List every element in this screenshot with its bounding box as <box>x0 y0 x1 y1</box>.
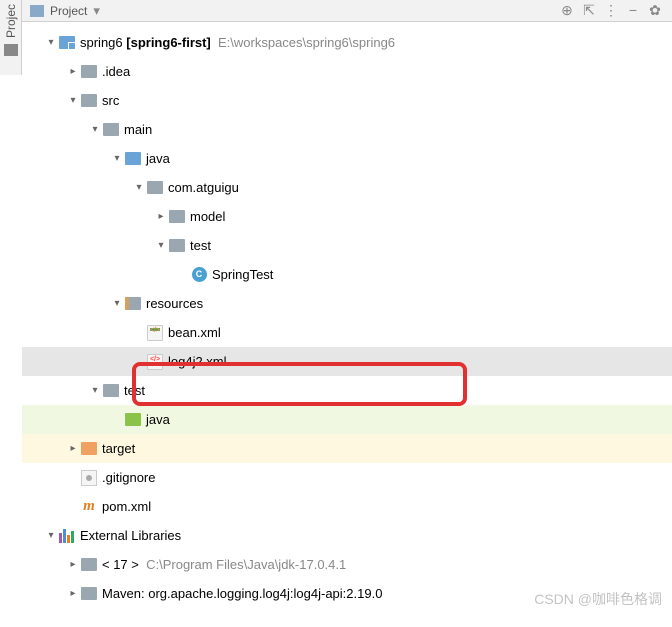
project-tree: ▾ spring6 [spring6-first] E:\workspaces\… <box>22 22 672 627</box>
tree-external-libraries[interactable]: ▾ External Libraries <box>22 521 672 550</box>
chevron-down-icon[interactable]: ▾ <box>154 240 168 251</box>
maven-icon: m <box>80 499 98 515</box>
toolbar-btn-1[interactable]: ⊕ <box>558 2 576 20</box>
chevron-right-icon[interactable]: ▸ <box>66 66 80 77</box>
library-icon <box>58 528 76 544</box>
package-icon <box>146 180 164 196</box>
module-icon <box>58 35 76 51</box>
tree-root[interactable]: ▾ spring6 [spring6-first] E:\workspaces\… <box>22 28 672 57</box>
chevron-down-icon[interactable]: ▾ <box>93 3 100 19</box>
tree-main[interactable]: ▾ main <box>22 115 672 144</box>
chevron-down-icon[interactable]: ▾ <box>110 153 124 164</box>
tree-root-module: [spring6-first] <box>126 35 211 50</box>
xml-file-icon <box>146 354 164 370</box>
toolbar-btn-2[interactable]: ⇱ <box>580 2 598 20</box>
tree-src[interactable]: ▾ src <box>22 86 672 115</box>
chevron-down-icon[interactable]: ▾ <box>88 124 102 135</box>
tree-maven-lib[interactable]: ▸ Maven: org.apache.logging.log4j:log4j-… <box>22 579 672 608</box>
project-title: Project <box>50 4 87 18</box>
folder-icon <box>80 586 98 602</box>
tree-gitignore[interactable]: ▸ .gitignore <box>22 463 672 492</box>
excluded-folder-icon <box>80 441 98 457</box>
resources-folder-icon <box>124 296 142 312</box>
tree-idea[interactable]: ▸ .idea <box>22 57 672 86</box>
package-icon <box>168 209 186 225</box>
chevron-right-icon[interactable]: ▸ <box>66 443 80 454</box>
tree-model[interactable]: ▸ model <box>22 202 672 231</box>
tree-jdk[interactable]: ▸ < 17 > C:\Program Files\Java\jdk-17.0.… <box>22 550 672 579</box>
xml-file-icon <box>146 325 164 341</box>
project-icon <box>30 5 44 17</box>
folder-icon <box>80 93 98 109</box>
chevron-right-icon[interactable]: ▸ <box>154 211 168 222</box>
collapse-btn[interactable]: − <box>624 2 642 20</box>
tree-resources[interactable]: ▾ resources <box>22 289 672 318</box>
folder-icon <box>80 64 98 80</box>
tree-target[interactable]: ▸ target <box>22 434 672 463</box>
git-file-icon <box>80 470 98 486</box>
test-folder-icon <box>124 412 142 428</box>
tree-package[interactable]: ▾ com.atguigu <box>22 173 672 202</box>
chevron-right-icon[interactable]: ▸ <box>66 588 80 599</box>
tree-pom[interactable]: ▸ m pom.xml <box>22 492 672 521</box>
tree-log4j2-xml[interactable]: ▸ log4j2.xml <box>22 347 672 376</box>
tree-test-pkg[interactable]: ▾ test <box>22 231 672 260</box>
folder-icon <box>4 44 18 56</box>
chevron-right-icon[interactable]: ▸ <box>66 559 80 570</box>
tree-java-test[interactable]: ▸ java <box>22 405 672 434</box>
chevron-down-icon[interactable]: ▾ <box>88 385 102 396</box>
tree-java-main[interactable]: ▾ java <box>22 144 672 173</box>
project-tool-header: Project ▾ ⊕ ⇱ ⋮ − ✿ <box>22 0 672 22</box>
chevron-down-icon[interactable]: ▾ <box>110 298 124 309</box>
folder-icon <box>102 383 120 399</box>
folder-icon <box>102 122 120 138</box>
class-icon: C <box>190 267 208 283</box>
source-folder-icon <box>124 151 142 167</box>
chevron-down-icon[interactable]: ▾ <box>132 182 146 193</box>
tree-spring-test[interactable]: ▸ C SpringTest <box>22 260 672 289</box>
project-sidebar-tab[interactable]: Projec <box>0 0 22 75</box>
tree-root-path: E:\workspaces\spring6\spring6 <box>218 35 395 50</box>
chevron-down-icon[interactable]: ▾ <box>44 530 58 541</box>
tree-test-dir[interactable]: ▾ test <box>22 376 672 405</box>
toolbar-btn-3[interactable]: ⋮ <box>602 2 620 20</box>
package-icon <box>168 238 186 254</box>
folder-icon <box>80 557 98 573</box>
gear-icon[interactable]: ✿ <box>646 2 664 20</box>
project-sidebar-label: Projec <box>4 4 18 38</box>
tree-root-name: spring6 <box>80 35 123 50</box>
chevron-down-icon[interactable]: ▾ <box>66 95 80 106</box>
chevron-down-icon[interactable]: ▾ <box>44 37 58 48</box>
tree-bean-xml[interactable]: ▸ bean.xml <box>22 318 672 347</box>
